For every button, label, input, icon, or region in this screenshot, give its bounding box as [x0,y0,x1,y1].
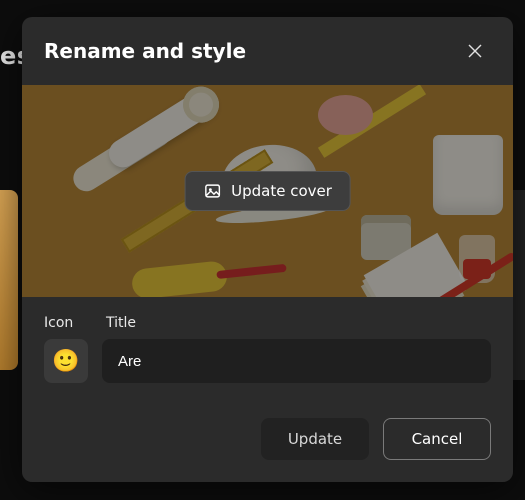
dialog-footer: Update Cancel [22,396,513,482]
close-button[interactable] [459,35,491,67]
icon-picker-button[interactable]: 🙂 [44,339,88,383]
icon-field-label: Icon [44,315,88,331]
cover-image: Update cover [22,85,513,297]
update-cover-button[interactable]: Update cover [184,171,351,211]
form-area: Icon Title 🙂 [22,297,513,383]
background-card-left [0,190,18,370]
dialog-header: Rename and style [22,17,513,85]
dialog-title: Rename and style [44,39,246,63]
title-input[interactable] [102,339,491,383]
title-field-label: Title [106,315,491,331]
update-button[interactable]: Update [261,418,369,460]
image-icon [203,182,221,200]
update-cover-label: Update cover [231,182,332,200]
rename-style-dialog: Rename and style Update cover Icon [22,17,513,482]
cancel-button[interactable]: Cancel [383,418,491,460]
close-icon [467,43,483,59]
icon-emoji: 🙂 [52,349,79,374]
